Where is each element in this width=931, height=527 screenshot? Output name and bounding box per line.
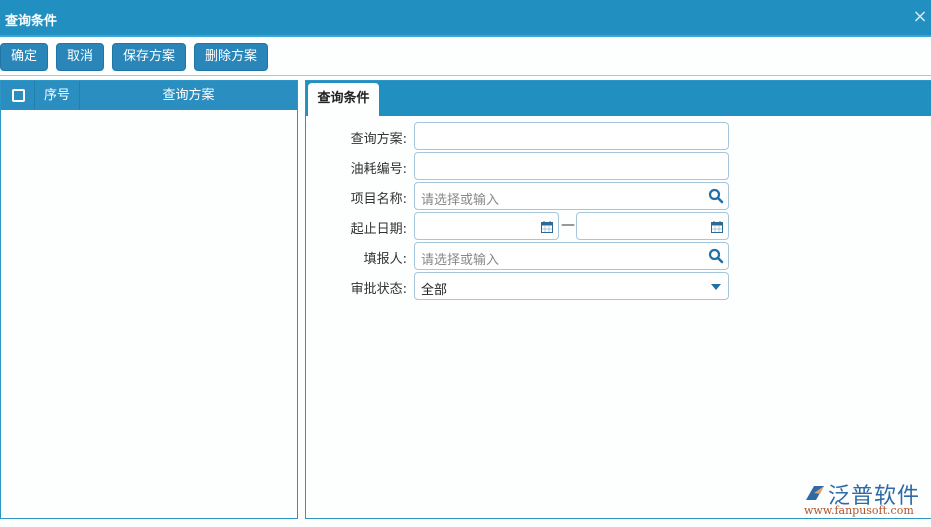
row-oil-code: 油耗编号: (306, 152, 931, 180)
toolbar: 确定 取消 保存方案 删除方案 (0, 39, 931, 76)
approval-status-value: 全部 (421, 283, 448, 298)
reporter-input[interactable]: 请选择或输入 (414, 242, 729, 270)
column-header-scheme[interactable]: 查询方案 (80, 81, 297, 110)
cancel-button[interactable]: 取消 (56, 43, 104, 71)
oil-code-input[interactable] (414, 152, 729, 180)
logo-mark-icon (806, 486, 824, 500)
tab-bar: 查询条件 (306, 81, 931, 116)
select-all-cell (1, 81, 35, 110)
close-icon[interactable]: × (912, 8, 928, 26)
end-date-input[interactable] (576, 212, 729, 240)
row-approval-status: 审批状态: 全部 (306, 272, 931, 300)
dialog-title: 查询条件 (5, 14, 58, 29)
tab-query-conditions[interactable]: 查询条件 (308, 83, 379, 116)
scheme-list-panel: 序号 查询方案 (0, 80, 298, 519)
delete-scheme-button[interactable]: 删除方案 (194, 43, 268, 71)
date-range-label: 起止日期: (350, 222, 407, 237)
chevron-down-icon[interactable] (711, 284, 721, 290)
search-icon[interactable] (708, 188, 724, 204)
project-placeholder: 请选择或输入 (421, 193, 500, 208)
search-icon[interactable] (708, 248, 724, 264)
calendar-icon[interactable] (711, 221, 723, 233)
row-project: 项目名称: 请选择或输入 (306, 182, 931, 210)
select-all-checkbox[interactable] (12, 89, 25, 102)
date-separator: — (561, 217, 575, 233)
scheme-grid-header: 序号 查询方案 (1, 81, 297, 110)
row-scheme: 查询方案: (306, 122, 931, 150)
approval-status-select[interactable]: 全部 (414, 272, 729, 300)
save-scheme-button[interactable]: 保存方案 (112, 43, 186, 71)
column-header-index[interactable]: 序号 (35, 81, 80, 110)
calendar-icon[interactable] (541, 221, 553, 233)
reporter-label: 填报人: (363, 252, 407, 267)
confirm-button[interactable]: 确定 (0, 43, 48, 71)
row-reporter: 填报人: 请选择或输入 (306, 242, 931, 270)
dialog-titlebar: 查询条件 × (0, 0, 931, 37)
project-label: 项目名称: (350, 192, 407, 207)
scheme-input[interactable] (414, 122, 729, 150)
oil-code-label: 油耗编号: (350, 162, 407, 177)
start-date-input[interactable] (414, 212, 559, 240)
fanpu-logo: 泛普软件 www.fanpusoft.com (800, 478, 930, 518)
approval-status-label: 审批状态: (350, 282, 407, 297)
reporter-placeholder: 请选择或输入 (421, 253, 500, 268)
query-conditions-panel: 查询条件 查询方案: 油耗编号: 项目名称: 请选择或输入 起止日期: — 填报… (305, 80, 931, 519)
project-input[interactable]: 请选择或输入 (414, 182, 729, 210)
logo-url: www.fanpusoft.com (804, 504, 914, 517)
row-date-range: 起止日期: — (306, 212, 931, 240)
scheme-label: 查询方案: (350, 132, 407, 147)
